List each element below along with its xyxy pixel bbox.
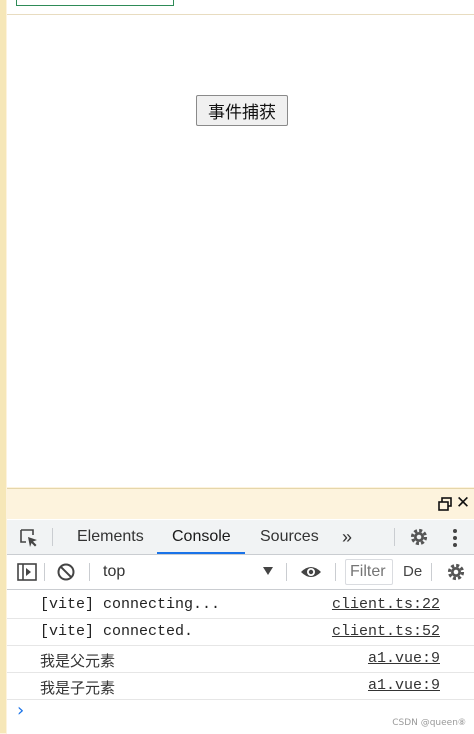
log-source-link[interactable]: client.ts:52 bbox=[332, 623, 440, 640]
inspect-element-icon[interactable] bbox=[19, 528, 39, 548]
toolbar-separator bbox=[335, 563, 336, 581]
log-source-link[interactable]: a1.vue:9 bbox=[368, 650, 440, 667]
devtools-dock-bar: ✕ bbox=[7, 489, 474, 519]
console-toolbar: top De bbox=[7, 555, 474, 590]
tab-separator bbox=[394, 528, 395, 546]
console-log-row: 我是父元素 a1.vue:9 bbox=[7, 646, 474, 673]
tab-separator bbox=[52, 528, 53, 546]
clear-console-icon[interactable] bbox=[56, 562, 76, 582]
log-source-link[interactable]: client.ts:22 bbox=[332, 596, 440, 613]
settings-gear-icon[interactable] bbox=[409, 527, 429, 547]
log-message: [vite] connecting... bbox=[40, 596, 221, 613]
undock-icon[interactable] bbox=[438, 497, 452, 511]
console-settings-gear-icon[interactable] bbox=[446, 562, 466, 582]
live-expression-eye-icon[interactable] bbox=[300, 564, 322, 580]
toolbar-separator bbox=[286, 563, 287, 581]
console-log-row: [vite] connected. client.ts:52 bbox=[7, 619, 474, 646]
log-source-link[interactable]: a1.vue:9 bbox=[368, 677, 440, 694]
active-tab-indicator bbox=[157, 552, 245, 554]
close-icon[interactable]: ✕ bbox=[455, 494, 471, 511]
log-message: 我是父元素 bbox=[40, 652, 116, 670]
log-message: [vite] connected. bbox=[40, 623, 194, 640]
event-capture-button[interactable]: 事件捕获 bbox=[196, 95, 288, 126]
more-tabs-icon[interactable]: » bbox=[336, 520, 358, 554]
more-options-icon[interactable] bbox=[451, 528, 459, 548]
console-log-row: [vite] connecting... client.ts:22 bbox=[7, 592, 474, 619]
show-sidebar-icon[interactable] bbox=[17, 563, 37, 581]
toolbar-separator bbox=[431, 563, 432, 581]
toolbar-separator bbox=[44, 563, 45, 581]
page-viewport: 事件捕获 bbox=[7, 0, 474, 487]
top-element-box bbox=[16, 0, 174, 6]
devtools-panel: ✕ Elements Console Sources » top Filter … bbox=[7, 488, 474, 734]
top-divider bbox=[7, 14, 474, 15]
console-prompt-icon[interactable]: › bbox=[17, 700, 24, 721]
console-log-row: 我是子元素 a1.vue:9 bbox=[7, 673, 474, 700]
toolbar-separator bbox=[89, 563, 90, 581]
watermark: CSDN @queen⑧ bbox=[392, 718, 466, 728]
log-message: 我是子元素 bbox=[40, 679, 116, 697]
tab-sources[interactable]: Sources bbox=[254, 520, 325, 554]
context-dropdown-icon[interactable] bbox=[263, 567, 273, 575]
context-selector[interactable]: top bbox=[103, 555, 125, 589]
left-frame-strip bbox=[0, 0, 6, 733]
tab-elements[interactable]: Elements bbox=[71, 520, 150, 554]
console-filter-input[interactable] bbox=[345, 559, 393, 585]
log-levels-dropdown[interactable]: De bbox=[403, 555, 425, 589]
tab-console[interactable]: Console bbox=[166, 520, 237, 554]
devtools-tabbar: Elements Console Sources » bbox=[7, 520, 474, 555]
